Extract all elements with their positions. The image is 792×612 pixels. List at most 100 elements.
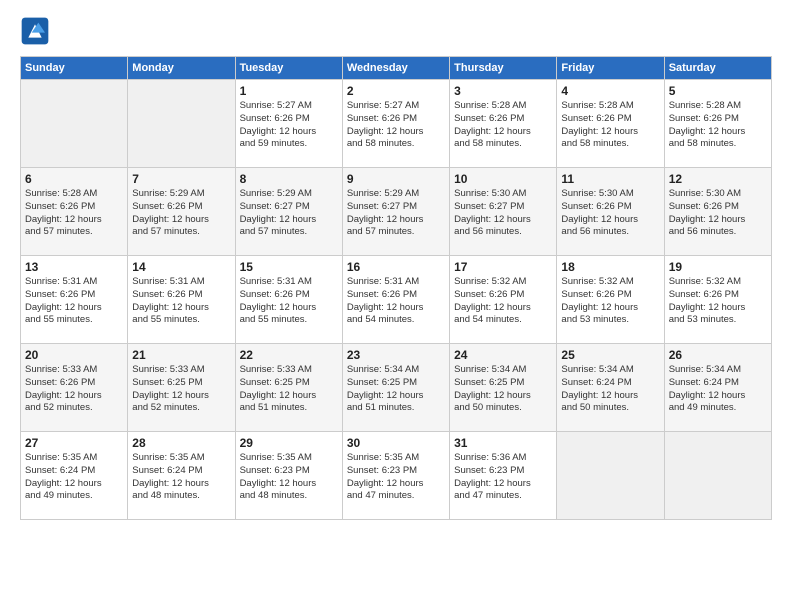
day-detail: Sunrise: 5:36 AM Sunset: 6:23 PM Dayligh… [454, 452, 552, 503]
day-number: 23 [347, 348, 445, 362]
day-number: 5 [669, 84, 767, 98]
day-number: 18 [561, 260, 659, 274]
day-number: 4 [561, 84, 659, 98]
calendar-cell: 2 Sunrise: 5:27 AM Sunset: 6:26 PM Daylig… [342, 80, 449, 168]
day-header-monday: Monday [128, 57, 235, 80]
day-header-friday: Friday [557, 57, 664, 80]
day-detail: Sunrise: 5:33 AM Sunset: 6:25 PM Dayligh… [132, 364, 230, 415]
calendar-cell: 11Sunrise: 5:30 AM Sunset: 6:26 PM Dayli… [557, 168, 664, 256]
day-number: 15 [240, 260, 338, 274]
calendar-cell: 28 Sunrise: 5:35 AM Sunset: 6:24 PM Dayli… [128, 432, 235, 520]
day-number: 19 [669, 260, 767, 274]
day-detail: Sunrise: 5:35 AM Sunset: 6:23 PM Dayligh… [240, 452, 338, 503]
calendar-cell: 18 Sunrise: 5:32 AM Sunset: 6:26 PM Dayli… [557, 256, 664, 344]
day-detail: Sunrise: 5:28 AM Sunset: 6:26 PM Dayligh… [454, 100, 552, 151]
day-header-sunday: Sunday [21, 57, 128, 80]
calendar-cell: 12 Sunrise: 5:30 AM Sunset: 6:26 PM Dayli… [664, 168, 771, 256]
calendar-cell [664, 432, 771, 520]
day-detail: Sunrise: 5:32 AM Sunset: 6:26 PM Dayligh… [669, 276, 767, 327]
day-number: 8 [240, 172, 338, 186]
day-detail: Sunrise: 5:34 AM Sunset: 6:24 PM Dayligh… [669, 364, 767, 415]
day-header-tuesday: Tuesday [235, 57, 342, 80]
calendar-cell: 13 Sunrise: 5:31 AM Sunset: 6:26 PM Dayli… [21, 256, 128, 344]
day-number: 17 [454, 260, 552, 274]
calendar-cell: 17 Sunrise: 5:32 AM Sunset: 6:26 PM Dayli… [450, 256, 557, 344]
day-number: 31 [454, 436, 552, 450]
day-detail: Sunrise: 5:30 AM Sunset: 6:26 PM Dayligh… [561, 188, 659, 239]
calendar-cell: 27 Sunrise: 5:35 AM Sunset: 6:24 PM Dayli… [21, 432, 128, 520]
day-detail: Sunrise: 5:30 AM Sunset: 6:26 PM Dayligh… [669, 188, 767, 239]
calendar-cell: 19 Sunrise: 5:32 AM Sunset: 6:26 PM Dayli… [664, 256, 771, 344]
day-detail: Sunrise: 5:28 AM Sunset: 6:26 PM Dayligh… [669, 100, 767, 151]
day-detail: Sunrise: 5:27 AM Sunset: 6:26 PM Dayligh… [240, 100, 338, 151]
calendar-cell: 21 Sunrise: 5:33 AM Sunset: 6:25 PM Dayli… [128, 344, 235, 432]
day-detail: Sunrise: 5:34 AM Sunset: 6:24 PM Dayligh… [561, 364, 659, 415]
day-header-row: SundayMondayTuesdayWednesdayThursdayFrid… [21, 57, 772, 80]
calendar-table: SundayMondayTuesdayWednesdayThursdayFrid… [20, 56, 772, 520]
day-number: 13 [25, 260, 123, 274]
calendar-cell: 6 Sunrise: 5:28 AM Sunset: 6:26 PM Daylig… [21, 168, 128, 256]
logo-icon [20, 16, 50, 46]
calendar-cell: 9 Sunrise: 5:29 AM Sunset: 6:27 PM Daylig… [342, 168, 449, 256]
day-detail: Sunrise: 5:33 AM Sunset: 6:25 PM Dayligh… [240, 364, 338, 415]
day-header-wednesday: Wednesday [342, 57, 449, 80]
calendar-cell [128, 80, 235, 168]
day-detail: Sunrise: 5:33 AM Sunset: 6:26 PM Dayligh… [25, 364, 123, 415]
day-number: 14 [132, 260, 230, 274]
day-number: 29 [240, 436, 338, 450]
day-number: 16 [347, 260, 445, 274]
calendar-cell: 5 Sunrise: 5:28 AM Sunset: 6:26 PM Daylig… [664, 80, 771, 168]
day-number: 10 [454, 172, 552, 186]
calendar-cell: 15 Sunrise: 5:31 AM Sunset: 6:26 PM Dayli… [235, 256, 342, 344]
calendar-cell: 4 Sunrise: 5:28 AM Sunset: 6:26 PM Daylig… [557, 80, 664, 168]
day-detail: Sunrise: 5:30 AM Sunset: 6:27 PM Dayligh… [454, 188, 552, 239]
day-detail: Sunrise: 5:28 AM Sunset: 6:26 PM Dayligh… [561, 100, 659, 151]
day-number: 6 [25, 172, 123, 186]
day-detail: Sunrise: 5:31 AM Sunset: 6:26 PM Dayligh… [25, 276, 123, 327]
day-header-thursday: Thursday [450, 57, 557, 80]
day-number: 28 [132, 436, 230, 450]
calendar-cell [21, 80, 128, 168]
calendar-cell: 26 Sunrise: 5:34 AM Sunset: 6:24 PM Dayli… [664, 344, 771, 432]
day-number: 9 [347, 172, 445, 186]
day-number: 27 [25, 436, 123, 450]
day-number: 12 [669, 172, 767, 186]
day-number: 20 [25, 348, 123, 362]
calendar-cell: 16Sunrise: 5:31 AM Sunset: 6:26 PM Dayli… [342, 256, 449, 344]
calendar-cell: 1 Sunrise: 5:27 AM Sunset: 6:26 PM Daylig… [235, 80, 342, 168]
day-detail: Sunrise: 5:31 AM Sunset: 6:26 PM Dayligh… [240, 276, 338, 327]
day-detail: Sunrise: 5:27 AM Sunset: 6:26 PM Dayligh… [347, 100, 445, 151]
day-number: 7 [132, 172, 230, 186]
day-detail: Sunrise: 5:35 AM Sunset: 6:24 PM Dayligh… [25, 452, 123, 503]
calendar-cell: 25Sunrise: 5:34 AM Sunset: 6:24 PM Dayli… [557, 344, 664, 432]
calendar-cell: 23 Sunrise: 5:34 AM Sunset: 6:25 PM Dayli… [342, 344, 449, 432]
calendar-cell: 22 Sunrise: 5:33 AM Sunset: 6:25 PM Dayli… [235, 344, 342, 432]
day-number: 2 [347, 84, 445, 98]
day-detail: Sunrise: 5:34 AM Sunset: 6:25 PM Dayligh… [454, 364, 552, 415]
day-detail: Sunrise: 5:35 AM Sunset: 6:24 PM Dayligh… [132, 452, 230, 503]
day-detail: Sunrise: 5:32 AM Sunset: 6:26 PM Dayligh… [454, 276, 552, 327]
calendar-cell: 24 Sunrise: 5:34 AM Sunset: 6:25 PM Dayli… [450, 344, 557, 432]
calendar-cell: 8 Sunrise: 5:29 AM Sunset: 6:27 PM Daylig… [235, 168, 342, 256]
day-detail: Sunrise: 5:29 AM Sunset: 6:27 PM Dayligh… [347, 188, 445, 239]
day-detail: Sunrise: 5:28 AM Sunset: 6:26 PM Dayligh… [25, 188, 123, 239]
calendar-body: 1 Sunrise: 5:27 AM Sunset: 6:26 PM Daylig… [21, 80, 772, 520]
day-detail: Sunrise: 5:34 AM Sunset: 6:25 PM Dayligh… [347, 364, 445, 415]
day-number: 1 [240, 84, 338, 98]
page-header [20, 16, 772, 46]
calendar-cell: 3 Sunrise: 5:28 AM Sunset: 6:26 PM Daylig… [450, 80, 557, 168]
logo [20, 16, 54, 46]
day-number: 22 [240, 348, 338, 362]
calendar-cell: 30Sunrise: 5:35 AM Sunset: 6:23 PM Dayli… [342, 432, 449, 520]
day-number: 3 [454, 84, 552, 98]
day-detail: Sunrise: 5:32 AM Sunset: 6:26 PM Dayligh… [561, 276, 659, 327]
calendar-cell: 7Sunrise: 5:29 AM Sunset: 6:26 PM Daylig… [128, 168, 235, 256]
day-number: 26 [669, 348, 767, 362]
day-detail: Sunrise: 5:29 AM Sunset: 6:27 PM Dayligh… [240, 188, 338, 239]
calendar-header: SundayMondayTuesdayWednesdayThursdayFrid… [21, 57, 772, 80]
day-number: 24 [454, 348, 552, 362]
day-number: 21 [132, 348, 230, 362]
calendar-cell: 31 Sunrise: 5:36 AM Sunset: 6:23 PM Dayli… [450, 432, 557, 520]
week-row-5: 27 Sunrise: 5:35 AM Sunset: 6:24 PM Dayli… [21, 432, 772, 520]
day-detail: Sunrise: 5:31 AM Sunset: 6:26 PM Dayligh… [132, 276, 230, 327]
